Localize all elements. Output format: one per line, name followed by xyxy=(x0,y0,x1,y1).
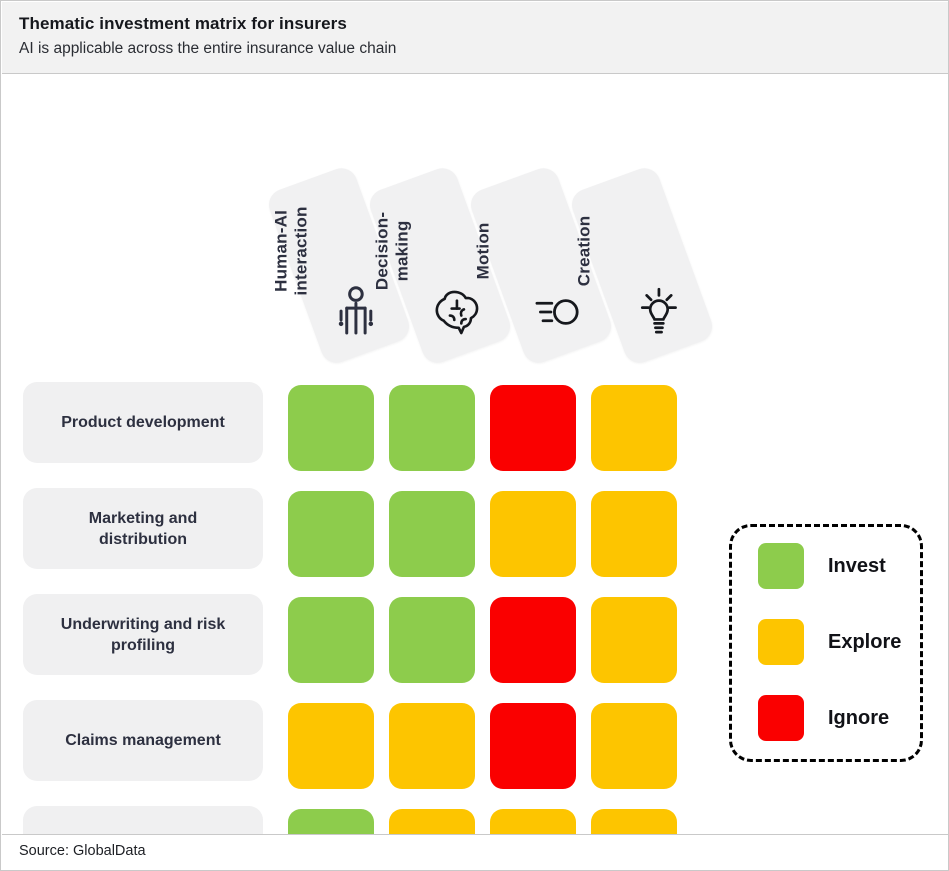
page-title: Thematic investment matrix for insurers xyxy=(19,13,949,35)
legend: Invest Explore Ignore xyxy=(729,524,923,762)
matrix-plot-area: Human-AIinteraction Decision-making Motion… xyxy=(2,74,949,834)
matrix-cell[interactable] xyxy=(591,491,677,577)
matrix-cell[interactable] xyxy=(288,385,374,471)
row-label-claims-management[interactable]: Claims management xyxy=(23,700,263,781)
matrix-cell[interactable] xyxy=(591,703,677,789)
column-header-label: Motion xyxy=(474,188,494,314)
legend-label: Explore xyxy=(828,631,901,654)
legend-swatch xyxy=(758,695,804,741)
matrix-cell[interactable] xyxy=(591,597,677,683)
row-label-text: Claims management xyxy=(65,730,221,751)
matrix-cell[interactable] xyxy=(288,491,374,577)
legend-item-invest[interactable]: Invest xyxy=(758,543,886,589)
matrix-cell[interactable] xyxy=(288,597,374,683)
chart-subtitle: AI is applicable across the entire insur… xyxy=(19,38,949,60)
thematic-investment-matrix-figure: Thematic investment matrix for insurers … xyxy=(0,0,949,871)
lightbulb-icon xyxy=(631,284,687,340)
matrix-cell[interactable] xyxy=(490,703,576,789)
matrix-cell[interactable] xyxy=(490,491,576,577)
matrix-cell[interactable] xyxy=(490,597,576,683)
row-label-text: Marketing anddistribution xyxy=(89,508,197,550)
legend-swatch xyxy=(758,543,804,589)
row-label-marketing-and-distribution[interactable]: Marketing anddistribution xyxy=(23,488,263,569)
row-label-underwriting-and-risk-profiling[interactable]: Underwriting and riskprofiling xyxy=(23,594,263,675)
source-note: Source: GlobalData xyxy=(19,843,949,859)
row-label-product-development[interactable]: Product development xyxy=(23,382,263,463)
matrix-cell[interactable] xyxy=(389,597,475,683)
chart-header: Thematic investment matrix for insurers … xyxy=(2,2,949,74)
matrix-cell[interactable] xyxy=(288,703,374,789)
matrix-cell[interactable] xyxy=(389,491,475,577)
column-header-label: Creation xyxy=(575,188,595,314)
matrix-cell[interactable] xyxy=(490,385,576,471)
matrix-cell[interactable] xyxy=(389,385,475,471)
matrix-cell[interactable] xyxy=(591,385,677,471)
column-header-label: Decision-making xyxy=(373,188,413,314)
row-label-text: Underwriting and riskprofiling xyxy=(61,614,225,656)
legend-item-ignore[interactable]: Ignore xyxy=(758,695,889,741)
column-header-label: Human-AIinteraction xyxy=(272,188,312,314)
chart-footer: Source: GlobalData xyxy=(2,834,949,871)
legend-label: Invest xyxy=(828,555,886,578)
legend-swatch xyxy=(758,619,804,665)
matrix-cell[interactable] xyxy=(389,703,475,789)
row-label-text: Product development xyxy=(61,412,225,433)
legend-label: Ignore xyxy=(828,707,889,730)
legend-item-explore[interactable]: Explore xyxy=(758,619,901,665)
